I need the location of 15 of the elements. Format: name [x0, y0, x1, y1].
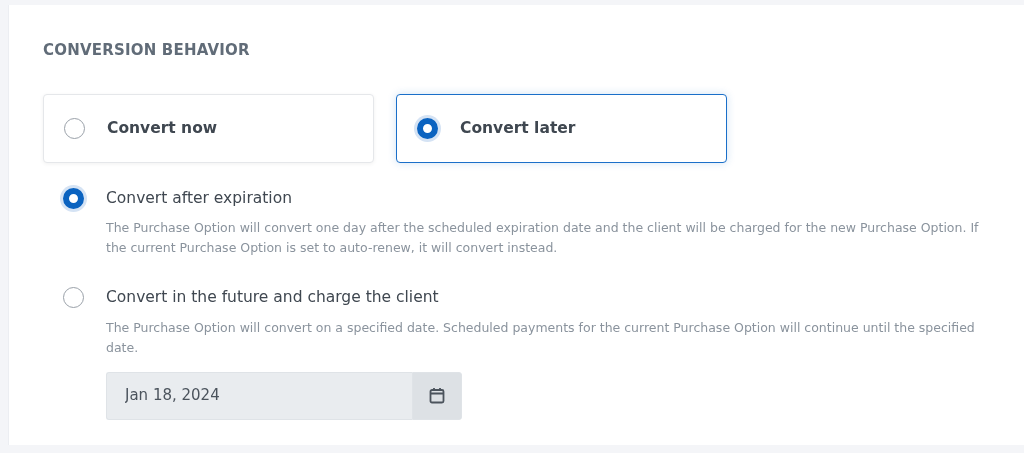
radio-button[interactable] — [417, 118, 438, 139]
option-label: Convert after expiration — [106, 188, 292, 209]
option-description: The Purchase Option will convert one day after the scheduled expiration date and the client will be charged for the new Purchase Option. If the current Purchase Option is set to auto-renew, it will convert instead. — [106, 219, 980, 258]
option-label: Convert later — [460, 117, 576, 139]
calendar-icon — [429, 387, 445, 404]
section-title: CONVERSION BEHAVIOR — [43, 41, 251, 59]
mode-option-card[interactable]: Convert later — [396, 94, 727, 163]
option-label: Convert now — [107, 117, 218, 139]
calendar-button[interactable] — [412, 371, 462, 420]
mode-option-card[interactable]: Convert now — [43, 94, 374, 163]
option-label: Convert in the future and charge the client — [106, 287, 439, 309]
radio-button[interactable] — [64, 118, 85, 139]
radio-button[interactable] — [63, 287, 84, 309]
radio-button[interactable] — [63, 188, 84, 210]
option-description: The Purchase Option will convert on a specified date. Scheduled payments for the current Purchase Option will continue until the specified date. — [106, 318, 976, 357]
